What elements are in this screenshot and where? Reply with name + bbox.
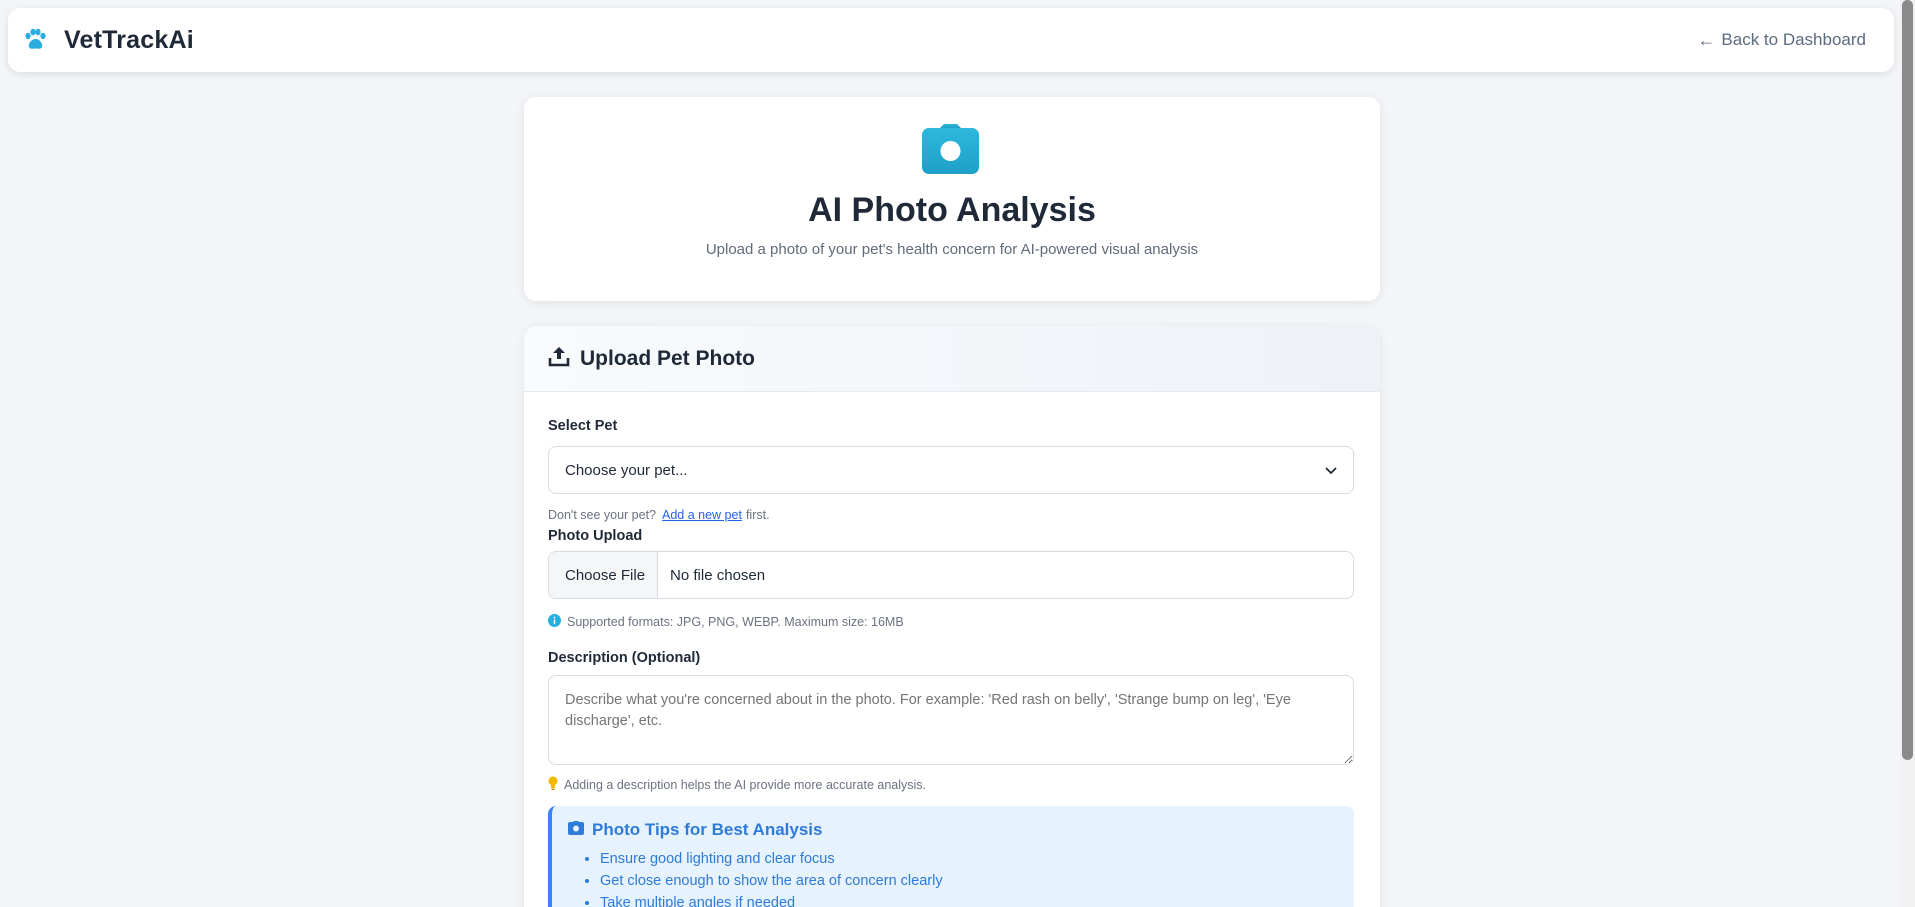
add-pet-hint-suffix: first. xyxy=(745,508,770,522)
select-pet-value: Choose your pet... xyxy=(565,461,688,479)
photo-file-input[interactable]: Choose File No file chosen xyxy=(548,551,1354,599)
back-to-dashboard-label: Back to Dashboard xyxy=(1721,30,1866,49)
camera-icon xyxy=(922,124,979,174)
page-subtitle: Upload a photo of your pet's health conc… xyxy=(705,241,1199,258)
photo-tip-item: Ensure good lighting and clear focus xyxy=(600,848,1338,870)
info-icon xyxy=(548,614,561,630)
description-label: Description (Optional) xyxy=(548,650,701,666)
description-hint: Adding a description helps the AI provid… xyxy=(548,776,926,793)
choose-file-button[interactable]: Choose File xyxy=(549,552,659,598)
navbar: VetTrackAi ← Back to Dashboard xyxy=(8,8,1894,72)
select-pet-label: Select Pet xyxy=(548,418,618,434)
photo-tips-title: Photo Tips for Best Analysis xyxy=(592,820,823,839)
file-status: No file chosen xyxy=(670,566,766,584)
photo-upload-label: Photo Upload xyxy=(548,528,643,544)
photo-tip-item: Take multiple angles if needed xyxy=(600,892,1338,907)
upload-card-header: Upload Pet Photo xyxy=(524,326,1380,392)
upload-card-title: Upload Pet Photo xyxy=(580,346,755,370)
photo-tips-list: Ensure good lighting and clear focus Get… xyxy=(568,848,1338,907)
brand[interactable]: VetTrackAi xyxy=(20,25,194,55)
photo-format-hint: Supported formats: JPG, PNG, WEBP. Maxim… xyxy=(548,614,904,630)
add-new-pet-link[interactable]: Add a new pet xyxy=(662,508,742,522)
chevron-down-icon xyxy=(1325,462,1337,479)
add-pet-hint-prefix: Don't see your pet? xyxy=(548,508,657,522)
upload-card: Upload Pet Photo Select Pet Choose your … xyxy=(524,326,1380,907)
hero-card: AI Photo Analysis Upload a photo of your… xyxy=(524,97,1380,301)
photo-format-hint-text: Supported formats: JPG, PNG, WEBP. Maxim… xyxy=(567,615,904,629)
photo-tips-box: Photo Tips for Best Analysis Ensure good… xyxy=(548,806,1354,907)
paw-icon xyxy=(20,25,50,55)
camera-small-icon xyxy=(568,820,584,840)
description-textarea[interactable] xyxy=(548,675,1354,765)
arrow-left-icon: ← xyxy=(1697,29,1716,50)
upload-icon xyxy=(548,345,570,372)
add-pet-hint: Don't see your pet? Add a new pet first. xyxy=(548,508,770,522)
brand-name: VetTrackAi xyxy=(64,25,194,54)
description-hint-text: Adding a description helps the AI provid… xyxy=(564,777,927,792)
select-pet-dropdown[interactable]: Choose your pet... xyxy=(548,446,1354,494)
page-scrollbar[interactable] xyxy=(1900,0,1915,907)
back-to-dashboard-link[interactable]: ← Back to Dashboard xyxy=(1697,30,1866,51)
photo-tips-title-row: Photo Tips for Best Analysis xyxy=(568,820,1338,840)
page-scrollbar-thumb[interactable] xyxy=(1902,0,1913,760)
photo-tip-item: Get close enough to show the area of con… xyxy=(600,870,1338,892)
page-title: AI Photo Analysis xyxy=(808,191,1096,229)
lightbulb-icon xyxy=(548,776,558,793)
